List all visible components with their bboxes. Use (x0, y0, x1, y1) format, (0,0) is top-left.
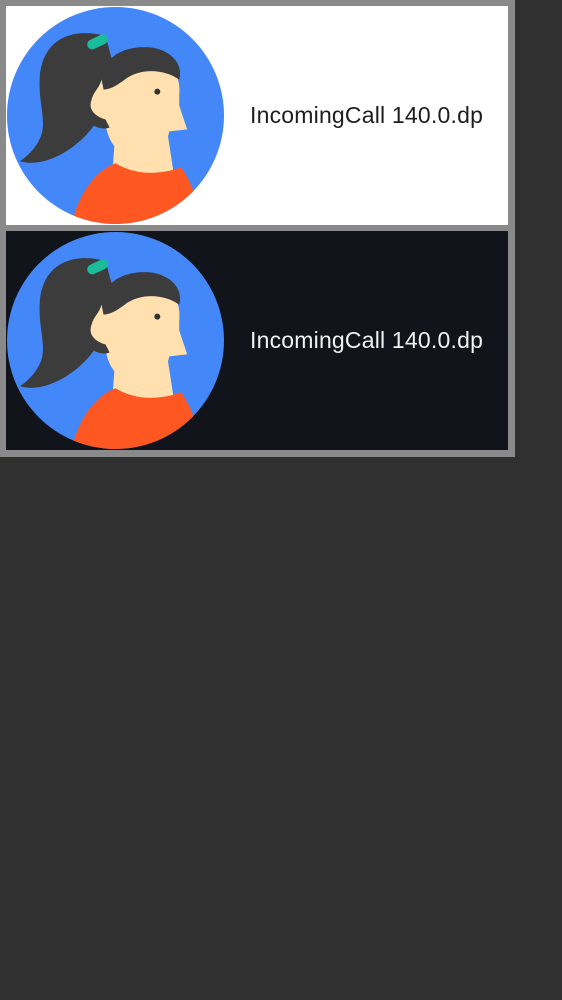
preview-dark-row: IncomingCall 140.0.dp (6, 231, 508, 450)
incoming-call-label: IncomingCall 140.0.dp (250, 102, 484, 128)
preview-light-row: IncomingCall 140.0.dp (6, 6, 508, 225)
avatar-woman-ponytail-icon (6, 231, 225, 450)
avatar-woman-ponytail-icon (6, 6, 225, 225)
preview-frame: IncomingCall 140.0.dp IncomingCall 140.0… (0, 0, 515, 457)
incoming-call-label: IncomingCall 140.0.dp (250, 327, 484, 353)
